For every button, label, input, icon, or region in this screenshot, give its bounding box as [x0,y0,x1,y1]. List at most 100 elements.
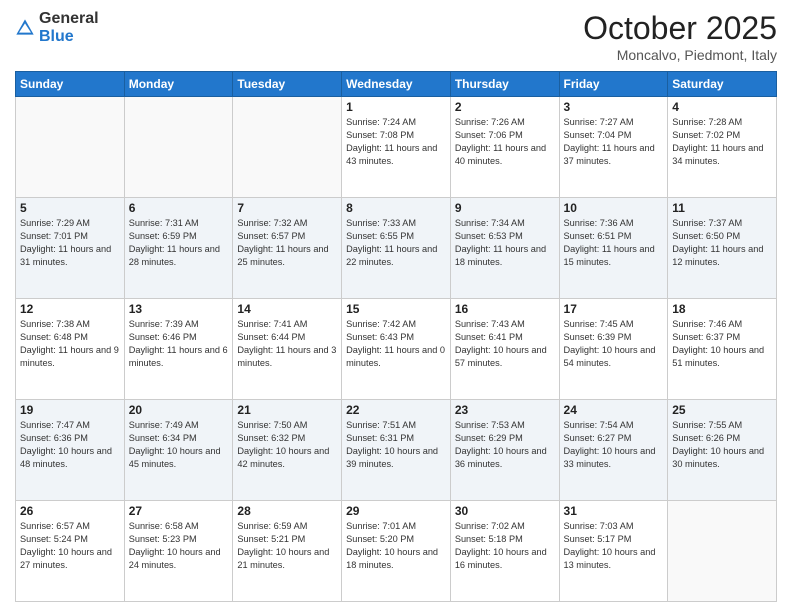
day-header-tuesday: Tuesday [233,72,342,97]
day-number: 19 [20,403,120,417]
day-info: Sunrise: 7:37 AMSunset: 6:50 PMDaylight:… [672,217,772,269]
calendar-cell: 28Sunrise: 6:59 AMSunset: 5:21 PMDayligh… [233,501,342,602]
day-info: Sunrise: 6:59 AMSunset: 5:21 PMDaylight:… [237,520,337,572]
day-number: 2 [455,100,555,114]
calendar-header-row: SundayMondayTuesdayWednesdayThursdayFrid… [16,72,777,97]
day-number: 24 [564,403,664,417]
title-block: October 2025 Moncalvo, Piedmont, Italy [583,10,777,63]
week-row-4: 19 Sunrise: 7:47 AMSunset: 6:36 PMDayligh… [16,400,777,501]
day-info: Sunrise: 7:29 AMSunset: 7:01 PMDaylight:… [20,217,120,269]
day-info: Sunrise: 7:28 AMSunset: 7:02 PMDaylight:… [672,116,772,168]
day-number: 23 [455,403,555,417]
day-info: Sunrise: 7:32 AMSunset: 6:57 PMDaylight:… [237,217,337,269]
day-number: 16 [455,302,555,316]
day-number: 6 [129,201,229,215]
day-header-friday: Friday [559,72,668,97]
calendar-cell: 6 Sunrise: 7:31 AMSunset: 6:59 PMDaylight… [124,198,233,299]
day-number: 29 [346,504,446,518]
calendar-cell: 14 Sunrise: 7:41 AMSunset: 6:44 PMDayligh… [233,299,342,400]
calendar-cell: 5 Sunrise: 7:29 AMSunset: 7:01 PMDaylight… [16,198,125,299]
day-number: 27 [129,504,229,518]
calendar-cell [233,97,342,198]
day-number: 4 [672,100,772,114]
day-number: 25 [672,403,772,417]
calendar-cell: 7 Sunrise: 7:32 AMSunset: 6:57 PMDaylight… [233,198,342,299]
day-number: 13 [129,302,229,316]
day-number: 30 [455,504,555,518]
day-info: Sunrise: 7:55 AMSunset: 6:26 PMDaylight:… [672,419,772,471]
calendar-cell: 23Sunrise: 7:53 AMSunset: 6:29 PMDayligh… [450,400,559,501]
week-row-2: 5 Sunrise: 7:29 AMSunset: 7:01 PMDaylight… [16,198,777,299]
logo-blue-text: Blue [39,28,74,45]
day-info: Sunrise: 7:51 AMSunset: 6:31 PMDaylight:… [346,419,446,471]
calendar-page: General Blue October 2025 Moncalvo, Pied… [0,0,792,612]
calendar-subtitle: Moncalvo, Piedmont, Italy [583,47,777,63]
day-info: Sunrise: 7:26 AMSunset: 7:06 PMDaylight:… [455,116,555,168]
week-row-5: 26Sunrise: 6:57 AMSunset: 5:24 PMDayligh… [16,501,777,602]
day-info: Sunrise: 7:47 AMSunset: 6:36 PMDaylight:… [20,419,120,471]
day-info: Sunrise: 7:45 AMSunset: 6:39 PMDaylight:… [564,318,664,370]
day-number: 5 [20,201,120,215]
day-number: 12 [20,302,120,316]
calendar-cell: 2 Sunrise: 7:26 AMSunset: 7:06 PMDaylight… [450,97,559,198]
day-number: 20 [129,403,229,417]
day-info: Sunrise: 7:41 AMSunset: 6:44 PMDaylight:… [237,318,337,370]
day-header-saturday: Saturday [668,72,777,97]
calendar-cell: 11 Sunrise: 7:37 AMSunset: 6:50 PMDayligh… [668,198,777,299]
day-number: 17 [564,302,664,316]
day-number: 31 [564,504,664,518]
day-info: Sunrise: 7:43 AMSunset: 6:41 PMDaylight:… [455,318,555,370]
day-header-wednesday: Wednesday [342,72,451,97]
calendar-cell: 18 Sunrise: 7:46 AMSunset: 6:37 PMDayligh… [668,299,777,400]
calendar-cell: 29 Sunrise: 7:01 AMSunset: 5:20 PMDayligh… [342,501,451,602]
day-info: Sunrise: 7:39 AMSunset: 6:46 PMDaylight:… [129,318,229,370]
calendar-cell: 4 Sunrise: 7:28 AMSunset: 7:02 PMDaylight… [668,97,777,198]
logo: General Blue [15,10,99,46]
day-info: Sunrise: 7:03 AMSunset: 5:17 PMDaylight:… [564,520,664,572]
day-info: Sunrise: 7:38 AMSunset: 6:48 PMDaylight:… [20,318,120,370]
calendar-cell: 17 Sunrise: 7:45 AMSunset: 6:39 PMDayligh… [559,299,668,400]
day-info: Sunrise: 6:57 AMSunset: 5:24 PMDaylight:… [20,520,120,572]
day-info: Sunrise: 7:54 AMSunset: 6:27 PMDaylight:… [564,419,664,471]
logo-general-text: General [39,10,99,27]
calendar-cell: 20Sunrise: 7:49 AMSunset: 6:34 PMDayligh… [124,400,233,501]
day-number: 15 [346,302,446,316]
header: General Blue October 2025 Moncalvo, Pied… [15,10,777,63]
day-info: Sunrise: 7:42 AMSunset: 6:43 PMDaylight:… [346,318,446,370]
calendar-cell: 1Sunrise: 7:24 AMSunset: 7:08 PMDaylight… [342,97,451,198]
calendar-cell: 31 Sunrise: 7:03 AMSunset: 5:17 PMDayligh… [559,501,668,602]
day-number: 22 [346,403,446,417]
day-info: Sunrise: 6:58 AMSunset: 5:23 PMDaylight:… [129,520,229,572]
calendar-cell: 9Sunrise: 7:34 AMSunset: 6:53 PMDaylight… [450,198,559,299]
calendar-cell: 16 Sunrise: 7:43 AMSunset: 6:41 PMDayligh… [450,299,559,400]
calendar-cell: 26Sunrise: 6:57 AMSunset: 5:24 PMDayligh… [16,501,125,602]
day-number: 7 [237,201,337,215]
calendar-cell: 13 Sunrise: 7:39 AMSunset: 6:46 PMDayligh… [124,299,233,400]
day-number: 11 [672,201,772,215]
day-info: Sunrise: 7:50 AMSunset: 6:32 PMDaylight:… [237,419,337,471]
calendar-cell: 8Sunrise: 7:33 AMSunset: 6:55 PMDaylight… [342,198,451,299]
day-number: 10 [564,201,664,215]
day-number: 21 [237,403,337,417]
calendar-cell: 15 Sunrise: 7:42 AMSunset: 6:43 PMDayligh… [342,299,451,400]
calendar-cell: 21 Sunrise: 7:50 AMSunset: 6:32 PMDayligh… [233,400,342,501]
day-info: Sunrise: 7:31 AMSunset: 6:59 PMDaylight:… [129,217,229,269]
day-info: Sunrise: 7:46 AMSunset: 6:37 PMDaylight:… [672,318,772,370]
day-info: Sunrise: 7:01 AMSunset: 5:20 PMDaylight:… [346,520,446,572]
calendar-cell: 3 Sunrise: 7:27 AMSunset: 7:04 PMDaylight… [559,97,668,198]
day-info: Sunrise: 7:27 AMSunset: 7:04 PMDaylight:… [564,116,664,168]
day-info: Sunrise: 7:36 AMSunset: 6:51 PMDaylight:… [564,217,664,269]
week-row-3: 12 Sunrise: 7:38 AMSunset: 6:48 PMDayligh… [16,299,777,400]
calendar-cell: 10 Sunrise: 7:36 AMSunset: 6:51 PMDayligh… [559,198,668,299]
calendar-cell: 12 Sunrise: 7:38 AMSunset: 6:48 PMDayligh… [16,299,125,400]
week-row-1: 1Sunrise: 7:24 AMSunset: 7:08 PMDaylight… [16,97,777,198]
day-header-sunday: Sunday [16,72,125,97]
day-number: 3 [564,100,664,114]
calendar-cell: 24 Sunrise: 7:54 AMSunset: 6:27 PMDayligh… [559,400,668,501]
day-number: 18 [672,302,772,316]
day-header-thursday: Thursday [450,72,559,97]
calendar-cell [124,97,233,198]
day-number: 14 [237,302,337,316]
calendar-cell: 19 Sunrise: 7:47 AMSunset: 6:36 PMDayligh… [16,400,125,501]
calendar-cell: 27 Sunrise: 6:58 AMSunset: 5:23 PMDayligh… [124,501,233,602]
